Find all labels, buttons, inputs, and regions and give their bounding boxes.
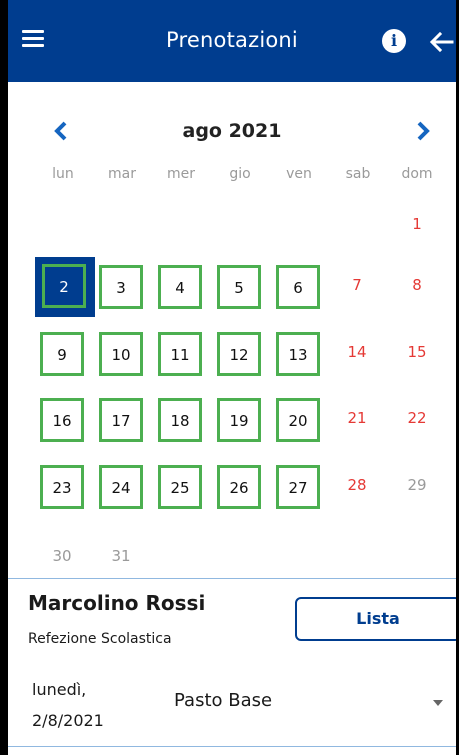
calendar-day[interactable]: 30 — [40, 536, 84, 580]
calendar-day[interactable]: 8 — [395, 265, 439, 309]
section-divider — [8, 578, 456, 579]
calendar-day[interactable]: 13 — [276, 332, 320, 376]
calendar-day[interactable]: 12 — [217, 332, 261, 376]
top-app-bar: Prenotazioni i — [8, 0, 456, 82]
selected-day-highlight[interactable]: 2 — [35, 257, 95, 317]
calendar-day[interactable]: 17 — [99, 398, 143, 442]
weekday-label: gio — [229, 166, 251, 182]
calendar-day[interactable]: 11 — [158, 332, 202, 376]
service-name: Refezione Scolastica — [28, 631, 172, 647]
booking-date: 2/8/2021 — [32, 711, 104, 730]
list-button[interactable]: Lista — [295, 597, 456, 641]
meal-dropdown[interactable]: Pasto Base — [168, 682, 456, 722]
weekday-label: sab — [345, 166, 371, 182]
calendar-day[interactable]: 10 — [99, 332, 143, 376]
weekday-label: dom — [401, 166, 433, 182]
calendar-day[interactable]: 9 — [40, 332, 84, 376]
weekday-label: ven — [286, 166, 312, 182]
calendar-day[interactable]: 19 — [217, 398, 261, 442]
calendar-day[interactable]: 29 — [395, 465, 439, 509]
calendar-day[interactable]: 21 — [335, 398, 379, 442]
calendar-day[interactable]: 27 — [276, 465, 320, 509]
calendar-day[interactable]: 1 — [395, 204, 439, 248]
weekday-label: lun — [52, 166, 74, 182]
calendar-day[interactable]: 26 — [217, 465, 261, 509]
section-divider — [8, 746, 456, 747]
calendar-day[interactable]: 7 — [335, 265, 379, 309]
calendar-day[interactable]: 6 — [276, 265, 320, 309]
calendar-day[interactable]: 22 — [395, 398, 439, 442]
app-screen: Prenotazioni i ago 2021 lun mar mer gio … — [0, 0, 459, 755]
calendar-day[interactable]: 31 — [99, 536, 143, 580]
calendar-day[interactable]: 3 — [99, 265, 143, 309]
calendar-day-selected[interactable]: 2 — [42, 264, 86, 308]
calendar-day[interactable]: 23 — [40, 465, 84, 509]
weekday-label: mer — [166, 166, 195, 182]
meal-selected-value: Pasto Base — [174, 690, 273, 711]
calendar-day[interactable]: 16 — [40, 398, 84, 442]
calendar-day[interactable]: 24 — [99, 465, 143, 509]
calendar-day[interactable]: 18 — [158, 398, 202, 442]
calendar-day[interactable]: 15 — [395, 332, 439, 376]
calendar-day[interactable]: 14 — [335, 332, 379, 376]
calendar-day[interactable]: 28 — [335, 465, 379, 509]
calendar-day[interactable]: 20 — [276, 398, 320, 442]
info-icon[interactable]: i — [382, 29, 406, 53]
arrow-back-icon[interactable] — [428, 28, 456, 56]
calendar-day[interactable]: 4 — [158, 265, 202, 309]
calendar-day[interactable]: 25 — [158, 465, 202, 509]
dropdown-arrow-icon — [433, 700, 443, 706]
month-label: ago 2021 — [182, 120, 282, 142]
student-name: Marcolino Rossi — [28, 591, 206, 615]
booking-weekday: lunedì, — [32, 680, 87, 699]
next-month-chevron-icon[interactable] — [413, 120, 433, 142]
calendar-day[interactable]: 5 — [217, 265, 261, 309]
weekday-label: mar — [108, 166, 136, 182]
